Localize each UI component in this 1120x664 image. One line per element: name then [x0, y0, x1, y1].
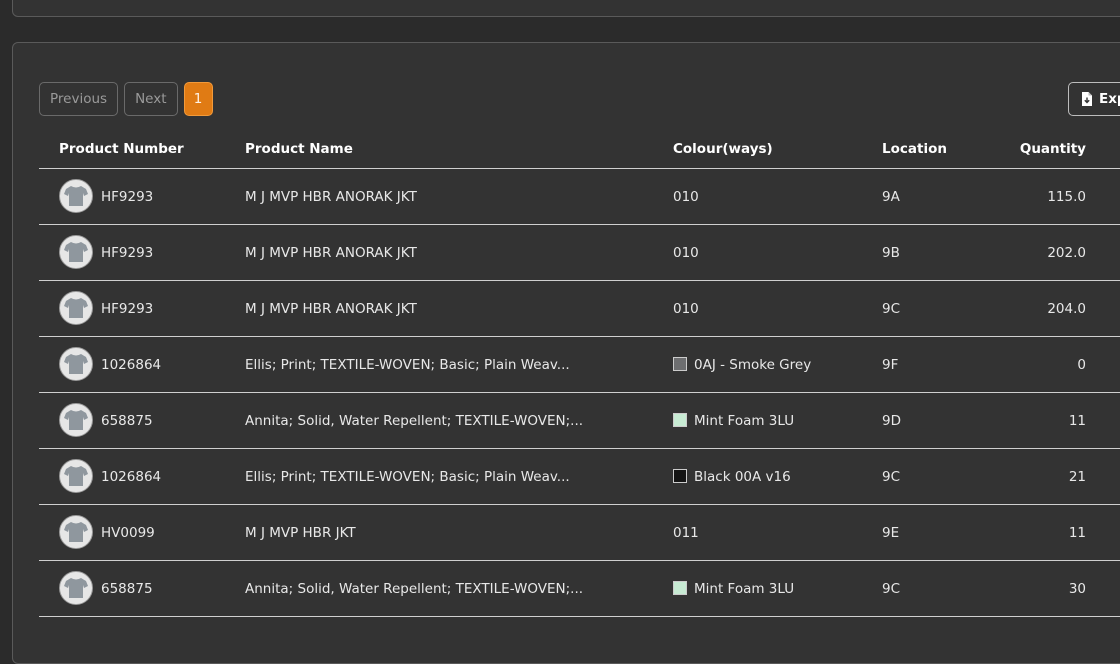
- product-thumbnail: [59, 347, 93, 381]
- product-number: 1026864: [101, 357, 162, 373]
- top-panel: [12, 0, 1120, 17]
- table-row[interactable]: HF9293 M J MVP HBR ANORAK JKT 010 9A 115…: [39, 169, 1120, 225]
- pagination: Previous Next 1: [39, 82, 213, 116]
- product-name: M J MVP HBR JKT: [245, 525, 356, 541]
- location: 9D: [882, 413, 901, 429]
- product-number: 658875: [101, 581, 153, 597]
- colourway-label: 010: [673, 245, 699, 261]
- tshirt-icon: [64, 186, 88, 206]
- colourway-label: Black 00A v16: [694, 469, 791, 485]
- location: 9E: [882, 525, 900, 541]
- file-download-icon: [1082, 92, 1092, 106]
- colourway: Black 00A v16: [673, 469, 791, 485]
- table-row[interactable]: HF9293 M J MVP HBR ANORAK JKT 010 9C 204…: [39, 281, 1120, 337]
- product-number: HF9293: [101, 301, 154, 317]
- tshirt-icon: [64, 466, 88, 486]
- tshirt-icon: [64, 578, 88, 598]
- tshirt-icon: [64, 354, 88, 374]
- product-number: 658875: [101, 413, 153, 429]
- colourway: 010: [673, 189, 699, 205]
- product-thumbnail: [59, 291, 93, 325]
- product-name: M J MVP HBR ANORAK JKT: [245, 301, 417, 317]
- table-row[interactable]: 1026864 Ellis; Print; TEXTILE-WOVEN; Bas…: [39, 449, 1120, 505]
- colour-swatch: [673, 357, 687, 371]
- product-number: HF9293: [101, 189, 154, 205]
- colourway-label: Mint Foam 3LU: [694, 413, 795, 429]
- previous-button[interactable]: Previous: [39, 82, 119, 116]
- colourway-label: 010: [673, 301, 699, 317]
- export-button[interactable]: Exp: [1068, 82, 1120, 116]
- product-thumbnail: [59, 459, 93, 493]
- quantity: 30: [1068, 581, 1086, 597]
- header-colourways[interactable]: Colour(ways): [673, 141, 773, 157]
- colour-swatch: [673, 413, 687, 427]
- inventory-panel: Previous Next 1 Exp Product Number Produ…: [12, 42, 1120, 664]
- product-number: HF9293: [101, 245, 154, 261]
- header-product-number[interactable]: Product Number: [59, 141, 184, 157]
- location: 9A: [882, 189, 900, 205]
- colourway: 011: [673, 525, 699, 541]
- header-product-name[interactable]: Product Name: [245, 141, 353, 157]
- quantity: 204.0: [1047, 301, 1086, 317]
- colour-swatch: [673, 581, 687, 595]
- table-header: Product Number Product Name Colour(ways)…: [39, 125, 1120, 169]
- product-name: Annita; Solid, Water Repellent; TEXTILE-…: [245, 581, 584, 597]
- quantity: 0: [1077, 357, 1086, 373]
- header-location[interactable]: Location: [882, 141, 947, 157]
- product-number: 1026864: [101, 469, 162, 485]
- location: 9F: [882, 357, 899, 373]
- quantity: 21: [1068, 469, 1086, 485]
- tshirt-icon: [64, 410, 88, 430]
- header-quantity[interactable]: Quantity: [1020, 141, 1086, 157]
- table-row[interactable]: HV0099 M J MVP HBR JKT 011 9E 11: [39, 505, 1120, 561]
- product-name: M J MVP HBR ANORAK JKT: [245, 245, 417, 261]
- location: 9C: [882, 581, 901, 597]
- export-label: Exp: [1099, 91, 1120, 107]
- next-button[interactable]: Next: [124, 82, 178, 116]
- page-1-button[interactable]: 1: [183, 82, 213, 116]
- colourway: Mint Foam 3LU: [673, 581, 794, 597]
- product-thumbnail: [59, 235, 93, 269]
- product-thumbnail: [59, 179, 93, 213]
- quantity: 11: [1068, 413, 1086, 429]
- colourway-label: Mint Foam 3LU: [694, 581, 795, 597]
- table-row[interactable]: HF9293 M J MVP HBR ANORAK JKT 010 9B 202…: [39, 225, 1120, 281]
- location: 9C: [882, 469, 901, 485]
- colourway-label: 0AJ - Smoke Grey: [694, 357, 812, 373]
- colourway: 010: [673, 245, 699, 261]
- product-name: M J MVP HBR ANORAK JKT: [245, 189, 417, 205]
- product-name: Ellis; Print; TEXTILE-WOVEN; Basic; Plai…: [245, 469, 570, 485]
- colour-swatch: [673, 469, 687, 483]
- colourway-label: 011: [673, 525, 699, 541]
- product-name: Ellis; Print; TEXTILE-WOVEN; Basic; Plai…: [245, 357, 570, 373]
- table-row[interactable]: 658875 Annita; Solid, Water Repellent; T…: [39, 393, 1120, 449]
- table-row[interactable]: 1026864 Ellis; Print; TEXTILE-WOVEN; Bas…: [39, 337, 1120, 393]
- product-thumbnail: [59, 515, 93, 549]
- tshirt-icon: [64, 522, 88, 542]
- product-thumbnail: [59, 403, 93, 437]
- product-number: HV0099: [101, 525, 155, 541]
- colourway: 010: [673, 301, 699, 317]
- product-name: Annita; Solid, Water Repellent; TEXTILE-…: [245, 413, 584, 429]
- tshirt-icon: [64, 298, 88, 318]
- colourway: 0AJ - Smoke Grey: [673, 357, 811, 373]
- location: 9C: [882, 301, 901, 317]
- tshirt-icon: [64, 242, 88, 262]
- products-table: Product Number Product Name Colour(ways)…: [39, 125, 1120, 617]
- colourway-label: 010: [673, 189, 699, 205]
- product-thumbnail: [59, 571, 93, 605]
- quantity: 115.0: [1047, 189, 1086, 205]
- quantity: 11: [1068, 525, 1086, 541]
- colourway: Mint Foam 3LU: [673, 413, 794, 429]
- quantity: 202.0: [1047, 245, 1086, 261]
- table-body: HF9293 M J MVP HBR ANORAK JKT 010 9A 115…: [39, 169, 1120, 617]
- location: 9B: [882, 245, 900, 261]
- table-row[interactable]: 658875 Annita; Solid, Water Repellent; T…: [39, 561, 1120, 617]
